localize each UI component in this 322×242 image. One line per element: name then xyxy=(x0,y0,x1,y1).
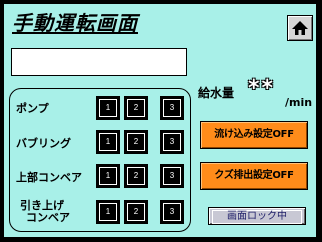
upper-conveyor-label: 上部コンベア xyxy=(16,171,82,184)
lift-conveyor-2-button[interactable]: 2 xyxy=(124,200,148,224)
pump-2-button[interactable]: 2 xyxy=(124,96,148,120)
upper-conveyor-1-button[interactable]: 1 xyxy=(96,164,120,188)
pump-label: ポンプ xyxy=(16,102,49,115)
manual-controls-panel: ポンプ 1 2 3 バブリング 1 2 3 上部コンベア 1 2 3 引き上げ … xyxy=(9,88,191,232)
water-supply-label: 給水量 xyxy=(198,86,235,100)
home-icon xyxy=(292,21,308,35)
bubbling-2-button[interactable]: 2 xyxy=(124,130,148,154)
bubbling-label: バブリング xyxy=(16,137,71,150)
bubbling-1-button[interactable]: 1 xyxy=(96,130,120,154)
flush-setting-button[interactable]: 流け込み設定OFF xyxy=(200,121,308,149)
screen-lock-button[interactable]: 画面ロック中 xyxy=(208,207,306,225)
lift-conveyor-3-button[interactable]: 3 xyxy=(160,200,184,224)
waste-discharge-setting-button[interactable]: クズ排出設定OFF xyxy=(200,162,308,190)
home-button[interactable] xyxy=(287,15,313,41)
message-display xyxy=(11,48,187,76)
screen-lock-label: 画面ロック中 xyxy=(212,210,302,224)
upper-conveyor-3-button[interactable]: 3 xyxy=(160,164,184,188)
bubbling-3-button[interactable]: 3 xyxy=(160,130,184,154)
water-supply-unit: /min xyxy=(285,96,313,109)
page-title: 手動運転画面 xyxy=(12,11,138,35)
manual-operation-screen: 手動運転画面 ポンプ 1 2 3 バブリング 1 2 3 上部コンベア 1 2 … xyxy=(3,3,317,238)
pump-3-button[interactable]: 3 xyxy=(160,96,184,120)
upper-conveyor-2-button[interactable]: 2 xyxy=(124,164,148,188)
pump-1-button[interactable]: 1 xyxy=(96,96,120,120)
lift-conveyor-1-button[interactable]: 1 xyxy=(96,200,120,224)
lift-conveyor-label: 引き上げ コンベア xyxy=(20,199,70,224)
water-supply-value: ** xyxy=(248,76,276,101)
